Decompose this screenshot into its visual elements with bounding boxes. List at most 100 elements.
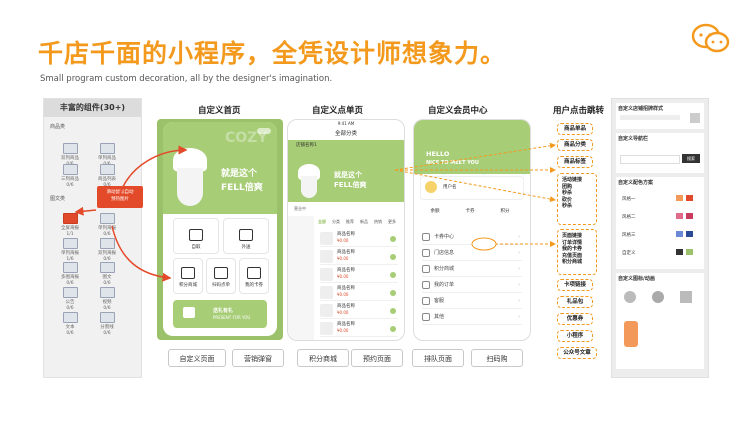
member-menu-item[interactable]: 客服 › xyxy=(422,294,522,309)
goods-item[interactable]: 商品名称 ¥0.00 xyxy=(320,248,398,265)
component-item[interactable]: 单列海报 0/6 xyxy=(92,213,122,238)
feature-tab[interactable]: 营销弹窗 xyxy=(232,349,284,367)
menu-item-icon xyxy=(422,296,430,305)
menu-tab[interactable]: 更多 xyxy=(388,219,396,224)
add-to-cart-icon[interactable] xyxy=(390,236,396,242)
tile-delivery[interactable]: 外送 xyxy=(223,218,269,254)
component-item[interactable]: 公告 0/6 xyxy=(55,287,85,312)
add-to-cart-icon[interactable] xyxy=(390,272,396,278)
delivery-icon xyxy=(239,229,253,241)
nav-search-button[interactable]: 搜索 xyxy=(682,154,700,163)
menu-notice: 营业中 xyxy=(294,206,306,211)
tile-points-mall[interactable]: 积分商城 xyxy=(173,258,203,294)
component-count: 0/6 xyxy=(66,331,74,336)
add-to-cart-icon[interactable] xyxy=(390,308,396,314)
category-graphic[interactable]: 图文类 xyxy=(50,195,65,202)
sticker-icon[interactable] xyxy=(624,321,638,347)
redirect-option[interactable]: 优惠券 xyxy=(557,313,593,325)
gift-box-icon xyxy=(183,307,195,318)
goods-image xyxy=(320,250,333,263)
redirect-option[interactable]: 卡项链接 xyxy=(557,279,593,291)
goods-item[interactable]: 商品名称 ¥0.00 xyxy=(320,320,398,337)
component-item[interactable]: 文本 0/6 xyxy=(55,312,85,337)
redirect-option[interactable]: 活动链接 团购 秒杀 砍价 秒杀 xyxy=(557,173,597,225)
menu-tab[interactable]: 新品 xyxy=(360,219,368,224)
redirect-option[interactable]: 商品标签 xyxy=(557,156,593,168)
anim-icon-3[interactable] xyxy=(680,291,692,303)
color-swatch[interactable] xyxy=(676,231,683,237)
sign-preview[interactable] xyxy=(620,115,680,120)
component-item[interactable]: 双列海报 0/6 xyxy=(92,238,122,263)
nav-search-input[interactable] xyxy=(620,155,680,164)
add-to-cart-icon[interactable] xyxy=(390,290,396,296)
member-card[interactable]: 用户名 xyxy=(420,176,524,200)
add-to-cart-icon[interactable] xyxy=(390,326,396,332)
feature-tab[interactable]: 预约页面 xyxy=(351,349,403,367)
color-swatch[interactable] xyxy=(686,249,693,255)
menu-item-icon xyxy=(422,248,430,257)
goods-item[interactable]: 商品名称 ¥0.00 xyxy=(320,266,398,283)
redirect-option[interactable]: 商品分类 xyxy=(557,139,593,151)
shop-name: 店铺名称1 xyxy=(296,143,317,148)
member-menu-item[interactable]: 积分商城 › xyxy=(422,262,522,277)
color-swatch[interactable] xyxy=(676,213,683,219)
component-item[interactable]: 分割线 0/6 xyxy=(92,312,122,337)
feature-tab[interactable]: 排队页面 xyxy=(412,349,464,367)
color-swatch[interactable] xyxy=(686,195,693,201)
tile-scan-order[interactable]: 扫码点单 xyxy=(206,258,236,294)
component-item[interactable]: 图文 0/6 xyxy=(92,262,122,287)
menu-category-sidebar xyxy=(288,216,314,340)
menu-phone: 9:41 AM 全部分类 店铺名称1 就是这个 FELL倍爽 营业中 全部 分类推… xyxy=(287,119,405,341)
member-menu-item[interactable]: 门店信息 › xyxy=(422,246,522,261)
tile-label: 扫码点单 xyxy=(212,283,230,288)
component-item[interactable]: 全屏海报 1/1 xyxy=(55,213,85,238)
color-swatch[interactable] xyxy=(686,213,693,219)
sign-image[interactable] xyxy=(690,113,700,123)
category-goods[interactable]: 商品类 xyxy=(50,123,65,130)
component-item[interactable]: 三列商品 0/6 xyxy=(55,164,85,189)
component-item[interactable]: 多图海报 0/6 xyxy=(55,262,85,287)
member-menu-item[interactable]: 我的订单 › xyxy=(422,278,522,293)
member-stat[interactable]: 余额 xyxy=(420,208,450,214)
menu-tab[interactable]: 热销 xyxy=(374,219,382,224)
component-item[interactable]: 视频 0/6 xyxy=(92,287,122,312)
menu-tab[interactable]: 推荐 xyxy=(346,219,354,224)
feature-tab[interactable]: 积分商城 xyxy=(297,349,349,367)
color-swatch[interactable] xyxy=(676,249,683,255)
menu-item-icon xyxy=(422,232,430,241)
goods-name: 商品名称 xyxy=(337,232,355,237)
redirect-option[interactable]: 公众号文章 xyxy=(557,347,597,359)
anim-icon-1[interactable] xyxy=(624,291,636,303)
member-menu-item[interactable]: 其他 › xyxy=(422,310,522,325)
callout-line-2: 预热图片 xyxy=(111,197,129,202)
redirect-option[interactable]: 商品单品 xyxy=(557,123,593,135)
member-stat[interactable]: 卡券 xyxy=(455,208,485,214)
member-menu-item[interactable]: 卡券中心 › xyxy=(422,230,522,245)
color-swatch[interactable] xyxy=(686,231,693,237)
menu-tab[interactable]: 分类 xyxy=(332,219,340,224)
banner-line1: 就是这个 xyxy=(221,169,258,179)
menu-tab[interactable]: 全部 xyxy=(318,219,326,224)
tile-pickup[interactable]: 自取 xyxy=(173,218,219,254)
menu-item-label: 我的订单 xyxy=(434,282,455,288)
member-stat[interactable]: 积分 xyxy=(490,208,520,214)
goods-item[interactable]: 商品名称 ¥0.00 xyxy=(320,302,398,319)
redirect-option[interactable]: 页面链接 订单详情 我的卡券 充值页面 积分商城 xyxy=(557,229,597,275)
add-to-cart-icon[interactable] xyxy=(390,254,396,260)
goods-item[interactable]: 商品名称 ¥0.00 xyxy=(320,230,398,247)
color-swatch[interactable] xyxy=(676,195,683,201)
tile-coupons[interactable]: 我的卡券 xyxy=(239,258,269,294)
redirect-option[interactable]: 小程序 xyxy=(557,330,593,342)
coupon-icon xyxy=(247,267,261,279)
promo-banner[interactable]: 送礼有礼 PRESENT FOR YOU xyxy=(173,300,267,328)
anim-icon-2[interactable] xyxy=(652,291,664,303)
feature-tab[interactable]: 自定义页面 xyxy=(168,349,226,367)
feature-tab[interactable]: 扫码购 xyxy=(471,349,523,367)
redirect-option[interactable]: 礼品包 xyxy=(557,296,593,308)
caption-home: 自定义首页 xyxy=(198,106,241,116)
component-icon xyxy=(62,164,78,175)
goods-price: ¥0.00 xyxy=(337,256,349,261)
capsule-menu[interactable] xyxy=(257,128,271,134)
goods-item[interactable]: 商品名称 ¥0.00 xyxy=(320,284,398,301)
component-item[interactable]: 单列海报 1/6 xyxy=(55,238,85,263)
